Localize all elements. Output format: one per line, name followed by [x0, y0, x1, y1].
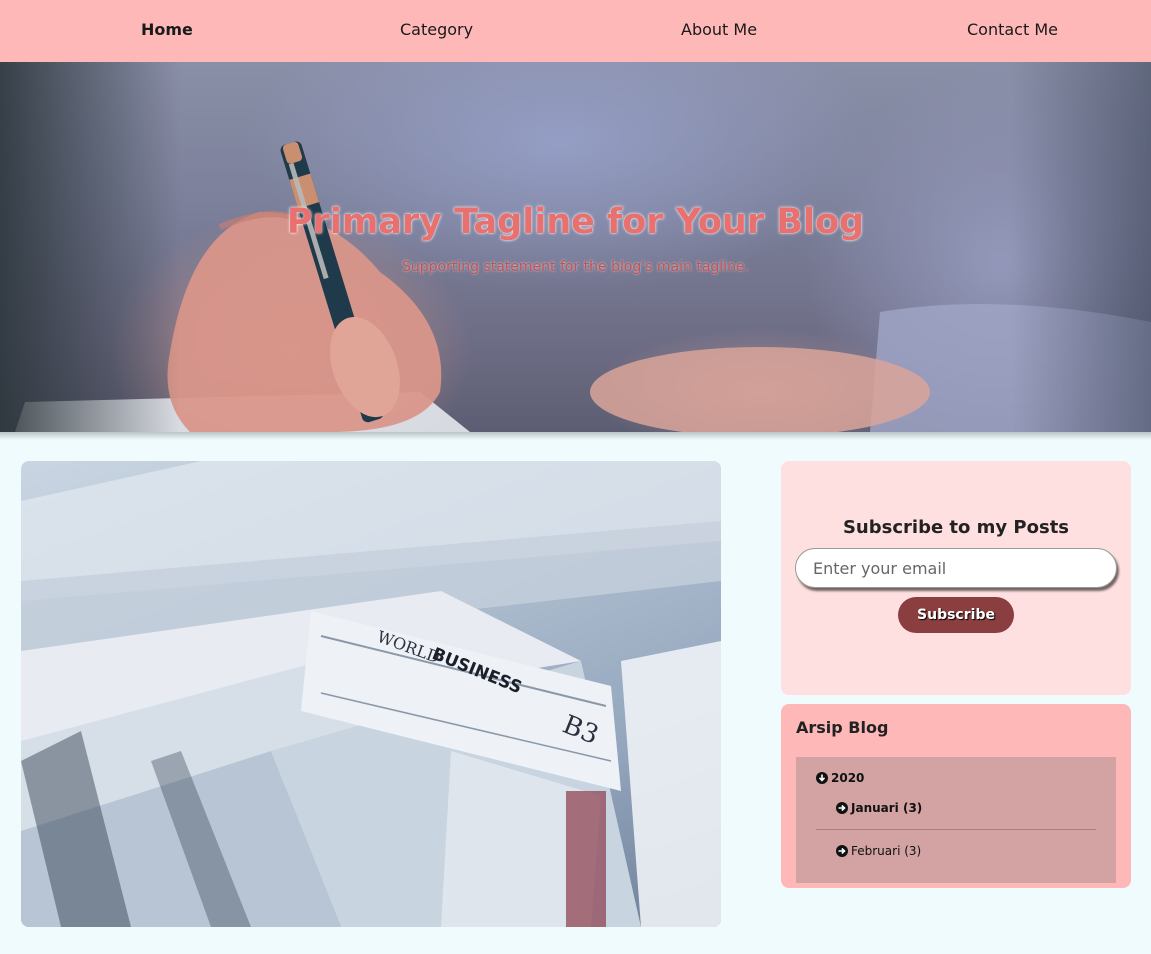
- archive-month-januari[interactable]: Januari (3): [836, 801, 922, 815]
- nav-about-link[interactable]: About Me: [681, 0, 757, 62]
- top-navbar: Home Category About Me Contact Me: [0, 0, 1151, 62]
- hero-title: Primary Tagline for Your Blog: [286, 202, 865, 242]
- subscribe-button[interactable]: Subscribe: [898, 597, 1014, 633]
- nav-contact-link[interactable]: Contact Me: [967, 0, 1058, 62]
- subscribe-title: Subscribe to my Posts: [842, 517, 1070, 538]
- nav-home-link[interactable]: Home: [141, 0, 193, 62]
- newspaper-image-icon: WORLD BUSINESS B3: [21, 461, 721, 927]
- archive-month-februari[interactable]: Februari (3): [836, 844, 921, 858]
- archive-month-count: (3): [902, 801, 923, 815]
- archive-year-label: 2020: [831, 771, 865, 785]
- archive-month-count: (3): [904, 844, 922, 858]
- featured-post-image[interactable]: WORLD BUSINESS B3: [21, 461, 721, 927]
- arrow-circle-right-icon: [836, 845, 848, 857]
- archive-divider: [816, 829, 1096, 830]
- archive-title: Arsip Blog: [796, 718, 889, 737]
- nav-category-link[interactable]: Category: [400, 0, 473, 62]
- archive-month-label: Februari: [851, 844, 901, 858]
- hero-banner: Primary Tagline for Your Blog Supporting…: [0, 62, 1151, 432]
- archive-month-label: Januari: [851, 801, 899, 815]
- arrow-circle-right-icon: [836, 802, 848, 814]
- archive-year-2020[interactable]: 2020: [816, 771, 864, 785]
- blog-archive-widget: Arsip Blog 2020 Januari (3) Februari (3): [781, 704, 1131, 888]
- hero-subtitle: Supporting statement for the blog's main…: [401, 259, 750, 275]
- hero-divider-shadow: [0, 432, 1151, 440]
- arrow-circle-down-icon: [816, 772, 828, 784]
- email-input[interactable]: [795, 548, 1117, 588]
- archive-list: 2020 Januari (3) Februari (3): [796, 757, 1116, 883]
- subscribe-widget: Subscribe to my Posts Subscribe: [781, 461, 1131, 695]
